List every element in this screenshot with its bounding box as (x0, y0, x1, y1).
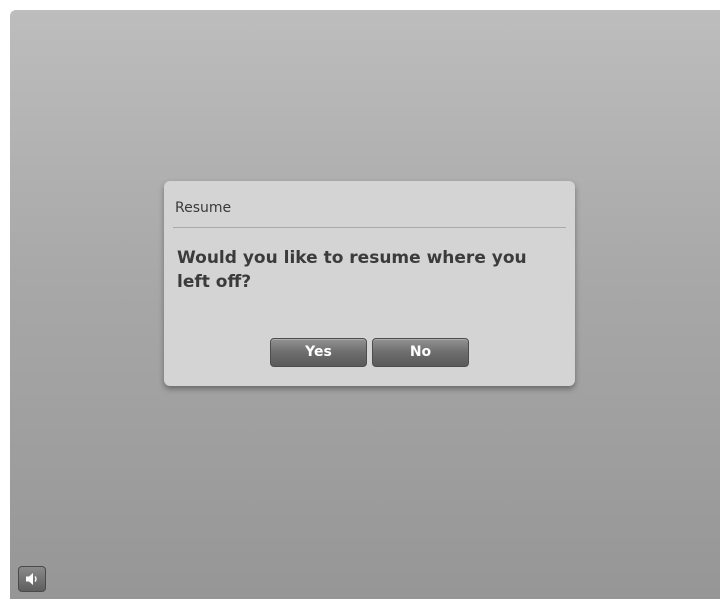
speaker-icon (26, 573, 37, 585)
dialog-divider (173, 227, 566, 228)
yes-button[interactable]: Yes (270, 338, 367, 367)
dialog-message: Would you like to resume where you left … (177, 248, 527, 292)
no-button[interactable]: No (372, 338, 469, 367)
dialog-title: Resume (175, 200, 232, 216)
sound-toggle-button[interactable] (18, 566, 46, 592)
resume-dialog: Resume Would you like to resume where yo… (164, 181, 575, 386)
player-stage: Resume Would you like to resume where yo… (10, 10, 720, 599)
